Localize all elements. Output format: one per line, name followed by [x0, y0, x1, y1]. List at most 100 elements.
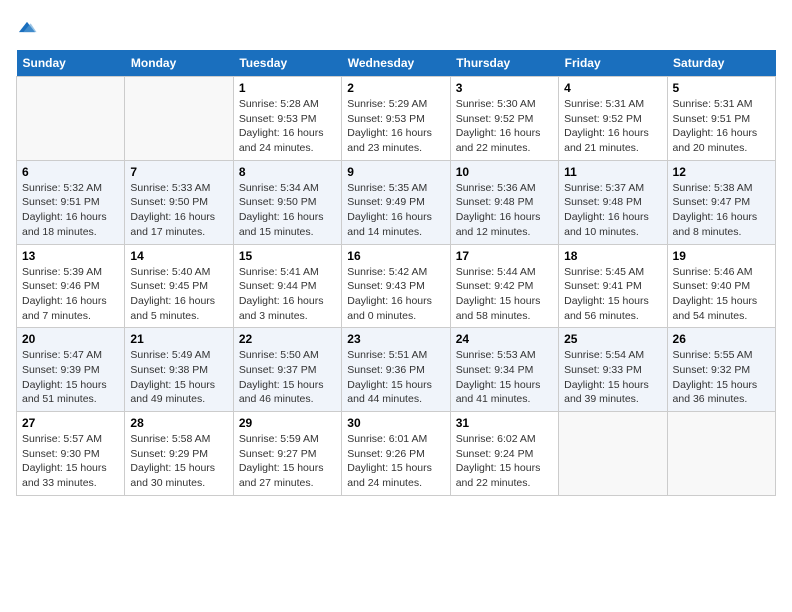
calendar-table: SundayMondayTuesdayWednesdayThursdayFrid… [16, 50, 776, 496]
calendar-cell: 15 Sunrise: 5:41 AMSunset: 9:44 PMDayligh… [233, 244, 341, 328]
cell-info: Sunrise: 5:35 AMSunset: 9:49 PMDaylight:… [347, 181, 444, 240]
calendar-cell [667, 412, 775, 496]
cell-info: Sunrise: 5:57 AMSunset: 9:30 PMDaylight:… [22, 432, 119, 491]
cell-info: Sunrise: 5:39 AMSunset: 9:46 PMDaylight:… [22, 265, 119, 324]
logo-icon [16, 16, 38, 38]
calendar-cell: 18 Sunrise: 5:45 AMSunset: 9:41 PMDayligh… [559, 244, 667, 328]
calendar-cell: 28 Sunrise: 5:58 AMSunset: 9:29 PMDayligh… [125, 412, 233, 496]
day-header-saturday: Saturday [667, 50, 775, 77]
day-number: 25 [564, 332, 661, 346]
cell-info: Sunrise: 5:29 AMSunset: 9:53 PMDaylight:… [347, 97, 444, 156]
calendar-cell: 26 Sunrise: 5:55 AMSunset: 9:32 PMDayligh… [667, 328, 775, 412]
day-number: 29 [239, 416, 336, 430]
calendar-cell: 4 Sunrise: 5:31 AMSunset: 9:52 PMDaylight… [559, 77, 667, 161]
day-number: 9 [347, 165, 444, 179]
calendar-cell: 31 Sunrise: 6:02 AMSunset: 9:24 PMDayligh… [450, 412, 558, 496]
day-number: 1 [239, 81, 336, 95]
cell-info: Sunrise: 5:33 AMSunset: 9:50 PMDaylight:… [130, 181, 227, 240]
cell-info: Sunrise: 5:58 AMSunset: 9:29 PMDaylight:… [130, 432, 227, 491]
cell-info: Sunrise: 5:55 AMSunset: 9:32 PMDaylight:… [673, 348, 770, 407]
cell-info: Sunrise: 5:32 AMSunset: 9:51 PMDaylight:… [22, 181, 119, 240]
day-number: 24 [456, 332, 553, 346]
day-number: 8 [239, 165, 336, 179]
cell-info: Sunrise: 5:37 AMSunset: 9:48 PMDaylight:… [564, 181, 661, 240]
calendar-cell: 19Sunrise: 5:46 AMSunset: 9:40 PMDayligh… [667, 244, 775, 328]
cell-info: Sunrise: 5:36 AMSunset: 9:48 PMDaylight:… [456, 181, 553, 240]
cell-info: Sunrise: 5:45 AMSunset: 9:41 PMDaylight:… [564, 265, 661, 324]
day-number: 21 [130, 332, 227, 346]
cell-info: Sunrise: 5:41 AMSunset: 9:44 PMDaylight:… [239, 265, 336, 324]
cell-info: Sunrise: 5:34 AMSunset: 9:50 PMDaylight:… [239, 181, 336, 240]
cell-info: Sunrise: 5:51 AMSunset: 9:36 PMDaylight:… [347, 348, 444, 407]
cell-info: Sunrise: 6:02 AMSunset: 9:24 PMDaylight:… [456, 432, 553, 491]
cell-info: Sunrise: 5:30 AMSunset: 9:52 PMDaylight:… [456, 97, 553, 156]
day-number: 2 [347, 81, 444, 95]
calendar-cell: 5 Sunrise: 5:31 AMSunset: 9:51 PMDaylight… [667, 77, 775, 161]
days-header-row: SundayMondayTuesdayWednesdayThursdayFrid… [17, 50, 776, 77]
day-number: 10 [456, 165, 553, 179]
cell-info: Sunrise: 5:47 AMSunset: 9:39 PMDaylight:… [22, 348, 119, 407]
calendar-cell: 7 Sunrise: 5:33 AMSunset: 9:50 PMDaylight… [125, 160, 233, 244]
day-number: 7 [130, 165, 227, 179]
cell-info: Sunrise: 5:53 AMSunset: 9:34 PMDaylight:… [456, 348, 553, 407]
day-number: 28 [130, 416, 227, 430]
day-number: 16 [347, 249, 444, 263]
cell-info: Sunrise: 5:38 AMSunset: 9:47 PMDaylight:… [673, 181, 770, 240]
day-number: 5 [673, 81, 770, 95]
cell-info: Sunrise: 5:28 AMSunset: 9:53 PMDaylight:… [239, 97, 336, 156]
day-header-tuesday: Tuesday [233, 50, 341, 77]
cell-info: Sunrise: 5:31 AMSunset: 9:52 PMDaylight:… [564, 97, 661, 156]
day-number: 30 [347, 416, 444, 430]
calendar-cell: 29 Sunrise: 5:59 AMSunset: 9:27 PMDayligh… [233, 412, 341, 496]
day-header-friday: Friday [559, 50, 667, 77]
day-number: 18 [564, 249, 661, 263]
cell-info: Sunrise: 5:59 AMSunset: 9:27 PMDaylight:… [239, 432, 336, 491]
cell-info: Sunrise: 5:31 AMSunset: 9:51 PMDaylight:… [673, 97, 770, 156]
day-header-monday: Monday [125, 50, 233, 77]
day-number: 6 [22, 165, 119, 179]
cell-info: Sunrise: 5:44 AMSunset: 9:42 PMDaylight:… [456, 265, 553, 324]
day-number: 12 [673, 165, 770, 179]
calendar-cell [125, 77, 233, 161]
calendar-cell: 16 Sunrise: 5:42 AMSunset: 9:43 PMDayligh… [342, 244, 450, 328]
calendar-cell: 21 Sunrise: 5:49 AMSunset: 9:38 PMDayligh… [125, 328, 233, 412]
calendar-week-row: 1 Sunrise: 5:28 AMSunset: 9:53 PMDaylight… [17, 77, 776, 161]
day-number: 26 [673, 332, 770, 346]
day-header-sunday: Sunday [17, 50, 125, 77]
cell-info: Sunrise: 5:54 AMSunset: 9:33 PMDaylight:… [564, 348, 661, 407]
calendar-cell: 14 Sunrise: 5:40 AMSunset: 9:45 PMDayligh… [125, 244, 233, 328]
calendar-week-row: 27 Sunrise: 5:57 AMSunset: 9:30 PMDayligh… [17, 412, 776, 496]
day-header-thursday: Thursday [450, 50, 558, 77]
day-number: 11 [564, 165, 661, 179]
day-number: 3 [456, 81, 553, 95]
day-number: 15 [239, 249, 336, 263]
cell-info: Sunrise: 5:42 AMSunset: 9:43 PMDaylight:… [347, 265, 444, 324]
day-number: 19 [673, 249, 770, 263]
calendar-cell: 27 Sunrise: 5:57 AMSunset: 9:30 PMDayligh… [17, 412, 125, 496]
calendar-cell [559, 412, 667, 496]
calendar-cell: 17 Sunrise: 5:44 AMSunset: 9:42 PMDayligh… [450, 244, 558, 328]
day-number: 22 [239, 332, 336, 346]
day-number: 27 [22, 416, 119, 430]
cell-info: Sunrise: 5:40 AMSunset: 9:45 PMDaylight:… [130, 265, 227, 324]
day-number: 31 [456, 416, 553, 430]
calendar-cell: 10 Sunrise: 5:36 AMSunset: 9:48 PMDayligh… [450, 160, 558, 244]
day-number: 23 [347, 332, 444, 346]
calendar-cell: 22 Sunrise: 5:50 AMSunset: 9:37 PMDayligh… [233, 328, 341, 412]
day-number: 17 [456, 249, 553, 263]
calendar-cell: 8 Sunrise: 5:34 AMSunset: 9:50 PMDaylight… [233, 160, 341, 244]
calendar-cell: 23 Sunrise: 5:51 AMSunset: 9:36 PMDayligh… [342, 328, 450, 412]
day-number: 13 [22, 249, 119, 263]
calendar-cell [17, 77, 125, 161]
day-number: 14 [130, 249, 227, 263]
cell-info: Sunrise: 5:49 AMSunset: 9:38 PMDaylight:… [130, 348, 227, 407]
calendar-cell: 25 Sunrise: 5:54 AMSunset: 9:33 PMDayligh… [559, 328, 667, 412]
logo [16, 16, 42, 38]
calendar-cell: 20Sunrise: 5:47 AMSunset: 9:39 PMDayligh… [17, 328, 125, 412]
calendar-cell: 6 Sunrise: 5:32 AMSunset: 9:51 PMDaylight… [17, 160, 125, 244]
cell-info: Sunrise: 5:50 AMSunset: 9:37 PMDaylight:… [239, 348, 336, 407]
calendar-cell: 9 Sunrise: 5:35 AMSunset: 9:49 PMDaylight… [342, 160, 450, 244]
header [16, 16, 776, 38]
day-number: 4 [564, 81, 661, 95]
calendar-cell: 24 Sunrise: 5:53 AMSunset: 9:34 PMDayligh… [450, 328, 558, 412]
